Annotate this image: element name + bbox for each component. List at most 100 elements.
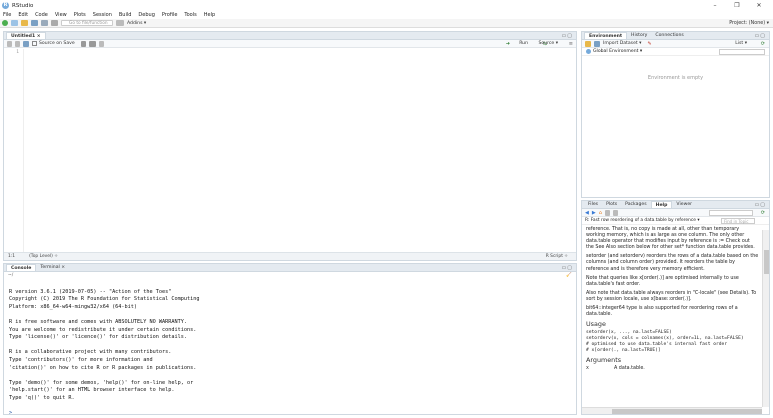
tab-history[interactable]: History — [627, 32, 651, 39]
list-view-button[interactable]: List ▾ — [735, 41, 747, 46]
save-all-icon[interactable] — [41, 20, 48, 26]
open-file-icon[interactable] — [21, 20, 28, 26]
scope-dropdown[interactable]: Global Environment ▾ — [593, 49, 642, 54]
new-project-icon[interactable] — [11, 20, 18, 26]
tab-untitled1[interactable]: Untitled1 × — [6, 32, 46, 39]
editor-menu-icon[interactable]: ≡ — [569, 41, 573, 47]
source-on-save-label: Source on Save — [39, 41, 75, 46]
tab-terminal[interactable]: Terminal × — [36, 264, 69, 271]
run-button[interactable]: Run — [519, 41, 528, 46]
line-number: 1 — [16, 50, 19, 55]
help-horizontal-scrollbar[interactable] — [582, 407, 762, 414]
console-line: Platform: x86_64-w64-mingw32/x64 (64-bit… — [9, 303, 138, 310]
outline-icon[interactable] — [98, 40, 104, 47]
argument-row: x A data.table. — [586, 366, 759, 372]
menu-debug[interactable]: Debug — [138, 12, 154, 18]
find-in-topic-placeholder: Find in Topic — [724, 218, 749, 224]
help-hscroll-thumb[interactable] — [612, 409, 762, 414]
scope-selector[interactable]: (Top Level) ÷ — [29, 254, 58, 259]
tab-plots[interactable]: Plots — [602, 201, 621, 208]
minimize-button[interactable]: – — [705, 0, 725, 11]
tab-console[interactable]: Console — [6, 264, 37, 271]
console-line: You are welcome to redistribute it under… — [9, 326, 197, 333]
tab-packages[interactable]: Packages — [621, 201, 650, 208]
source-on-save-checkbox[interactable] — [32, 41, 37, 46]
help-paragraph-4: Also note that data.table always reorder… — [586, 290, 757, 302]
console-output[interactable]: R version 3.6.1 (2019-07-05) -- "Action … — [4, 279, 576, 414]
rstudio-logo-icon: R — [2, 2, 9, 9]
help-refresh-icon[interactable]: ⟳ — [761, 210, 765, 216]
console-line: Type 'demo()' for some demos, 'help()' f… — [9, 379, 194, 386]
menu-code[interactable]: Code — [35, 12, 48, 18]
menu-session[interactable]: Session — [93, 12, 112, 18]
help-minmax-icon[interactable]: ▭▢ — [755, 202, 766, 208]
new-file-icon[interactable] — [2, 20, 8, 26]
console-tabs: Console Terminal × ▭▢ — [4, 264, 576, 272]
save-icon[interactable] — [23, 40, 29, 47]
import-dataset-button[interactable]: Import Dataset ▾ — [603, 41, 641, 46]
tab-help[interactable]: Help — [650, 201, 673, 208]
help-print-icon[interactable] — [604, 209, 610, 216]
window-title: RStudio — [12, 2, 34, 9]
save-icon[interactable] — [31, 20, 38, 26]
menu-help[interactable]: Help — [204, 12, 215, 18]
menu-plots[interactable]: Plots — [74, 12, 86, 18]
usage-heading: Usage — [586, 320, 606, 329]
console-line: Type 'license()' or 'licence()' for dist… — [9, 334, 188, 341]
help-vertical-scrollbar[interactable] — [762, 230, 769, 407]
tab-viewer[interactable]: Viewer — [672, 201, 696, 208]
search-icon[interactable] — [80, 40, 86, 47]
console-minmax-icon[interactable]: ▭▢ — [562, 265, 573, 271]
help-topic-dropdown[interactable]: R: Fast row reordering of a data.table b… — [585, 218, 700, 223]
title-bar: R RStudio – ❐ ✕ — [0, 0, 773, 11]
tab-files[interactable]: Files — [584, 201, 602, 208]
find-in-topic-input[interactable]: Find in Topic — [721, 217, 755, 224]
help-forward-icon[interactable]: ▶ — [592, 210, 596, 216]
menu-profile[interactable]: Profile — [162, 12, 178, 18]
grid-layout-icon[interactable] — [116, 20, 124, 26]
menu-build[interactable]: Build — [119, 12, 132, 18]
maximize-button[interactable]: ❐ — [727, 0, 747, 11]
tab-connections[interactable]: Connections — [651, 32, 687, 39]
menu-tools[interactable]: Tools — [184, 12, 196, 18]
code-editor[interactable]: 1 — [4, 49, 576, 252]
help-content: reference. That is, no copy is made at a… — [582, 225, 769, 373]
save-workspace-icon[interactable] — [594, 40, 600, 47]
menu-view[interactable]: View — [55, 12, 67, 18]
help-search-input[interactable] — [709, 209, 753, 216]
help-scroll-thumb[interactable] — [764, 250, 769, 274]
pane-minmax-icon[interactable]: ▭▢ — [562, 33, 573, 39]
goto-file-input[interactable]: Go to file/function — [61, 20, 113, 26]
console-pane: Console Terminal × ▭▢ ~/ 🧹 R version 3.6… — [3, 263, 577, 415]
addins-button[interactable]: Addins ▾ — [127, 21, 146, 26]
refresh-icon[interactable]: ⟳ — [761, 41, 765, 47]
usage-code: setorder(x, ..., na.last=FALSE) setorder… — [586, 330, 744, 354]
cursor-position: 1:1 — [8, 254, 16, 259]
r-env-icon — [586, 49, 591, 54]
run-arrow-icon[interactable]: ➜ — [506, 41, 510, 47]
load-workspace-icon[interactable] — [585, 40, 591, 47]
menu-bar: File Edit Code View Plots Session Build … — [0, 11, 773, 19]
clear-console-icon[interactable]: 🧹 — [566, 272, 572, 279]
project-menu[interactable]: Project: (None) ▾ — [729, 21, 769, 26]
broom-icon[interactable]: ✎ — [647, 41, 651, 47]
environment-search-input[interactable] — [719, 48, 765, 55]
close-button[interactable]: ✕ — [749, 0, 769, 11]
help-home-icon[interactable]: ⌂ — [599, 210, 602, 216]
back-arrow-icon[interactable] — [7, 40, 12, 47]
menu-edit[interactable]: Edit — [18, 12, 28, 18]
tab-environment[interactable]: Environment — [584, 32, 628, 39]
environment-minmax-icon[interactable]: ▭▢ — [755, 33, 766, 39]
file-type-selector[interactable]: R Script ÷ — [546, 254, 568, 259]
menu-file[interactable]: File — [3, 12, 11, 18]
print-icon[interactable] — [51, 20, 58, 26]
code-tools-icon[interactable] — [88, 40, 96, 47]
forward-arrow-icon[interactable] — [15, 40, 20, 47]
help-back-icon[interactable]: ◀ — [585, 210, 589, 216]
help-popout-icon[interactable] — [612, 209, 618, 216]
console-line: R version 3.6.1 (2019-07-05) -- "Action … — [9, 288, 172, 295]
source-button[interactable]: Source ▾ — [538, 41, 558, 46]
